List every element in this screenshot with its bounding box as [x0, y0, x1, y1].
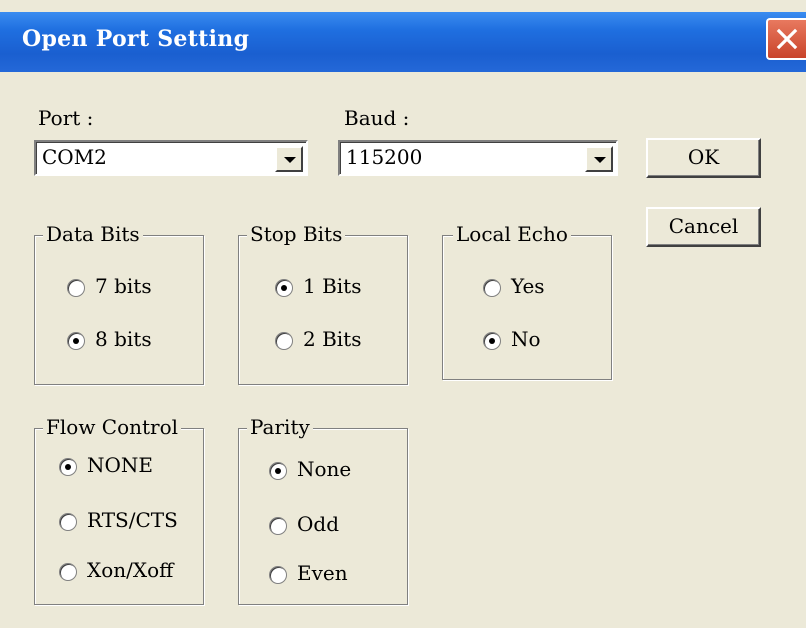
- parity-group: Parity None Odd Even: [238, 415, 408, 605]
- close-button[interactable]: [766, 18, 806, 60]
- stop-bits-group: Stop Bits 1 Bits 2 Bits: [238, 222, 408, 385]
- radio-button[interactable]: [269, 517, 287, 535]
- radio-label: 1 Bits: [303, 274, 362, 298]
- local-echo-group: Local Echo Yes No: [442, 222, 612, 380]
- port-value: COM2: [42, 145, 107, 169]
- radio-label: NONE: [87, 453, 153, 477]
- data-bits-title: Data Bits: [43, 222, 143, 246]
- radio-button[interactable]: [483, 332, 501, 350]
- radio-button[interactable]: [59, 458, 77, 476]
- radio-button[interactable]: [59, 563, 77, 581]
- baud-select[interactable]: 115200: [338, 140, 618, 176]
- ok-button[interactable]: OK: [646, 138, 761, 178]
- parity-title: Parity: [247, 415, 313, 439]
- radio-button[interactable]: [275, 332, 293, 350]
- flow-control-title: Flow Control: [43, 415, 182, 439]
- port-select[interactable]: COM2: [34, 140, 308, 176]
- radio-label: Yes: [511, 274, 545, 298]
- radio-label: Xon/Xoff: [87, 558, 174, 582]
- chevron-down-icon[interactable]: [275, 146, 303, 172]
- radio-label: RTS/CTS: [87, 508, 178, 532]
- radio-label: Even: [297, 561, 348, 585]
- dialog-body: Port : COM2 Baud : 115200 OK Cancel Data…: [0, 72, 806, 628]
- radio-button[interactable]: [483, 279, 501, 297]
- port-label: Port :: [38, 106, 94, 130]
- window-title: Open Port Setting: [22, 26, 250, 52]
- radio-label: None: [297, 457, 352, 481]
- stop-bits-title: Stop Bits: [247, 222, 346, 246]
- radio-label: 7 bits: [95, 274, 152, 298]
- chevron-down-icon[interactable]: [585, 146, 613, 172]
- cancel-button[interactable]: Cancel: [646, 207, 761, 247]
- close-icon: [776, 28, 798, 50]
- radio-label: 2 Bits: [303, 327, 362, 351]
- radio-button[interactable]: [275, 279, 293, 297]
- title-bar[interactable]: Open Port Setting: [0, 12, 806, 72]
- radio-button[interactable]: [269, 462, 287, 480]
- radio-label: No: [511, 327, 541, 351]
- baud-value: 115200: [346, 145, 423, 169]
- radio-label: Odd: [297, 512, 340, 536]
- baud-label: Baud :: [344, 106, 410, 130]
- flow-control-group: Flow Control NONE RTS/CTS Xon/Xoff: [34, 415, 204, 605]
- radio-button[interactable]: [67, 279, 85, 297]
- radio-label: 8 bits: [95, 327, 152, 351]
- radio-button[interactable]: [269, 566, 287, 584]
- data-bits-group: Data Bits 7 bits 8 bits: [34, 222, 204, 385]
- radio-button[interactable]: [67, 332, 85, 350]
- radio-button[interactable]: [59, 513, 77, 531]
- local-echo-title: Local Echo: [453, 222, 571, 246]
